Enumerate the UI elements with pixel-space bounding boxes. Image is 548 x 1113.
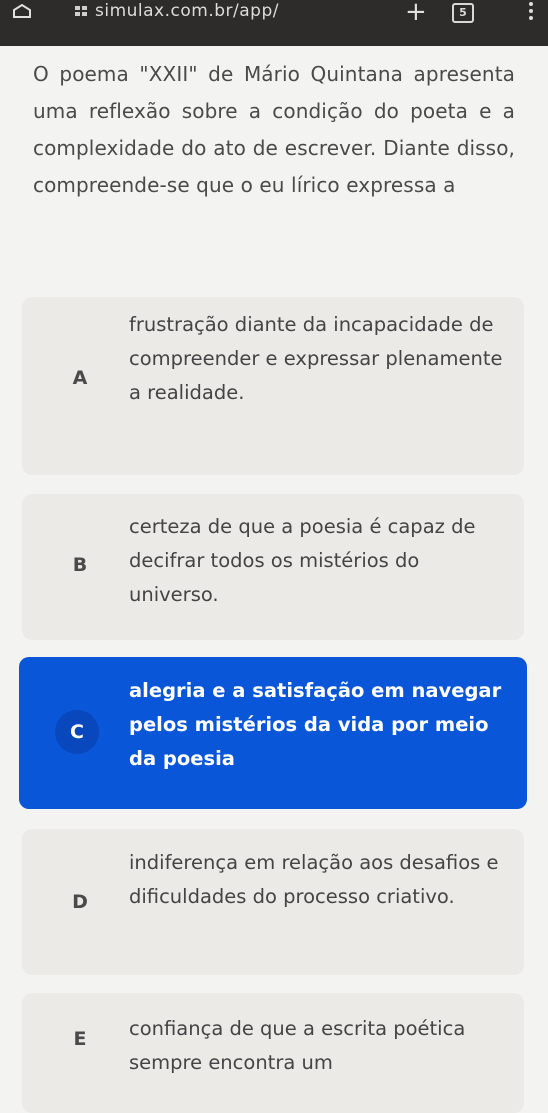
tab-count-button[interactable]: 5 bbox=[452, 3, 474, 23]
site-info-icon[interactable] bbox=[74, 5, 88, 17]
option-letter: B bbox=[72, 554, 88, 576]
browser-toolbar: simulax.com.br/app/ + 5 bbox=[0, 0, 548, 46]
option-text: indiferença em relação aos desafios e di… bbox=[129, 851, 499, 908]
option-b[interactable]: B certeza de que a poesia é capaz de dec… bbox=[22, 494, 524, 640]
option-text: frustração diante da incapacidade de com… bbox=[129, 313, 503, 404]
option-letter: C bbox=[55, 710, 99, 754]
question-text: O poema "XXII" de Mário Quintana apresen… bbox=[33, 62, 515, 197]
new-tab-icon[interactable]: + bbox=[405, 0, 427, 27]
option-c[interactable]: C alegria e a satisfação em navegar pelo… bbox=[19, 657, 527, 809]
home-icon[interactable] bbox=[12, 4, 32, 18]
option-letter: A bbox=[72, 367, 88, 389]
option-d[interactable]: D indiferença em relação aos desafios e … bbox=[22, 829, 524, 975]
option-letter: E bbox=[73, 1028, 87, 1050]
option-a[interactable]: A frustração diante da incapacidade de c… bbox=[22, 297, 524, 475]
option-letter: D bbox=[72, 891, 88, 913]
option-text: confiança de que a escrita poética sempr… bbox=[129, 1017, 466, 1074]
address-bar[interactable]: simulax.com.br/app/ bbox=[95, 1, 279, 21]
option-e[interactable]: E confiança de que a escrita poética sem… bbox=[22, 993, 524, 1113]
more-menu-icon[interactable] bbox=[528, 2, 534, 22]
option-text: alegria e a satisfação em navegar pelos … bbox=[129, 679, 502, 770]
option-text: certeza de que a poesia é capaz de decif… bbox=[129, 515, 476, 606]
